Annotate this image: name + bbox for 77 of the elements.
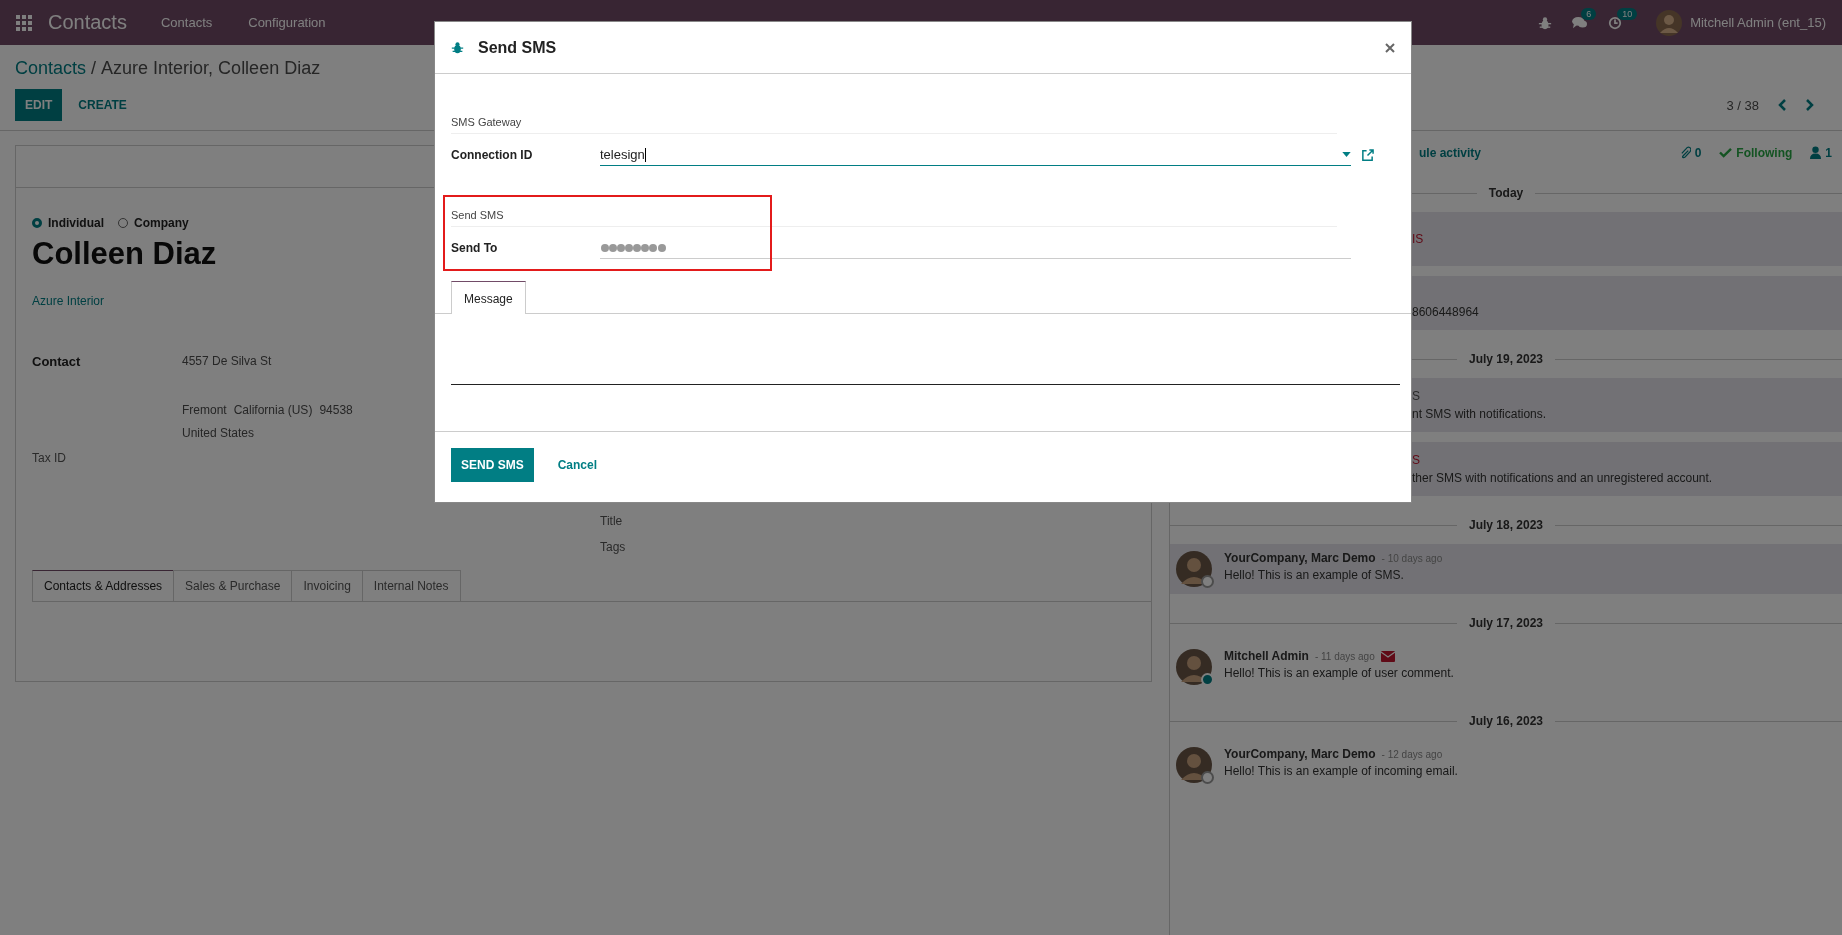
redacted-value <box>600 242 668 253</box>
contact-name: Colleen Diaz <box>32 236 217 272</box>
edit-button[interactable]: EDIT <box>15 89 63 121</box>
company-link[interactable]: Azure Interior <box>32 294 105 308</box>
section-title: Send SMS <box>451 209 1337 227</box>
nav-menu-item[interactable]: Contacts <box>160 15 213 30</box>
section-title: SMS Gateway <box>451 116 1337 134</box>
breadcrumb-link[interactable]: Contacts <box>15 58 87 78</box>
app-name[interactable]: Contacts <box>48 11 127 34</box>
pager-value: 3 / 38 <box>1726 97 1759 113</box>
message-body: ther SMS with notifications and an unregistered account. <box>1412 471 1714 485</box>
connection-select[interactable]: telesign <box>600 144 1351 166</box>
message-count-badge: 6 <box>1581 7 1597 20</box>
city-value: Fremont <box>182 403 227 417</box>
form-tab[interactable]: Internal Notes <box>361 570 461 601</box>
country-value: United States <box>182 426 256 440</box>
bug-icon <box>451 41 464 54</box>
clock-icon[interactable] <box>1608 15 1623 30</box>
activity-count-badge: 10 <box>1617 7 1638 20</box>
breadcrumb-current: Azure Interior, Colleen Diaz <box>101 58 321 78</box>
paperclip-icon[interactable] <box>1679 146 1691 159</box>
field-label: Connection ID <box>451 148 534 162</box>
date-separator: Today <box>1488 186 1524 200</box>
message-author: S <box>1412 389 1421 403</box>
date-separator: July 16, 2023 <box>1468 714 1544 728</box>
dropdown-caret-icon[interactable] <box>1342 152 1351 157</box>
user-name[interactable]: Mitchell Admin (ent_15) <box>1690 15 1826 30</box>
user-avatar[interactable] <box>1656 9 1683 36</box>
schedule-activity-button[interactable]: ule activity <box>1419 145 1482 160</box>
street-value: 4557 De Silva St <box>182 354 273 368</box>
check-icon <box>1719 147 1733 158</box>
cancel-button[interactable]: Cancel <box>547 449 608 481</box>
apps-menu-icon[interactable] <box>16 14 32 31</box>
field-label: Tax ID <box>32 451 66 465</box>
message-author[interactable]: Mitchell Admin <box>1224 649 1309 663</box>
send-sms-button[interactable]: SEND SMS <box>451 448 534 482</box>
following-button[interactable]: Following <box>1736 145 1793 160</box>
date-separator: July 19, 2023 <box>1468 352 1544 366</box>
field-label: Tags <box>600 540 626 554</box>
date-separator: July 17, 2023 <box>1468 616 1544 630</box>
close-icon[interactable] <box>1385 42 1395 53</box>
next-icon[interactable] <box>1805 98 1815 112</box>
state-value: California (US) <box>233 403 313 417</box>
message-body: nt SMS with notifications. <box>1412 407 1548 421</box>
radio-label[interactable]: Individual <box>48 216 104 230</box>
message-body: 8606448964 <box>1412 305 1480 319</box>
nav-menu-item[interactable]: Configuration <box>248 15 326 30</box>
previous-icon[interactable] <box>1777 98 1787 112</box>
message-tab[interactable]: Message <box>451 281 526 314</box>
author-avatar[interactable] <box>1176 551 1212 587</box>
bug-icon[interactable] <box>1538 15 1553 30</box>
message-author: IS <box>1412 232 1425 246</box>
external-link-icon[interactable] <box>1361 148 1374 162</box>
dialog-title: Send SMS <box>478 38 557 57</box>
date-separator: July 18, 2023 <box>1468 518 1544 532</box>
field-label: Title <box>600 514 623 528</box>
field-label: Contact <box>32 354 82 371</box>
author-avatar[interactable] <box>1176 649 1212 685</box>
attachment-count[interactable]: 0 <box>1694 145 1702 160</box>
zip-value: 94538 <box>319 403 353 417</box>
message-body: Hello! This is an example of user comment. <box>1224 666 1454 680</box>
radio-label[interactable]: Company <box>134 216 189 230</box>
author-avatar[interactable] <box>1176 747 1212 783</box>
breadcrumb-separator: / <box>91 58 97 78</box>
message-body: Hello! This is an example of incoming email. <box>1224 764 1458 778</box>
message-body: Hello! This is an example of SMS. <box>1224 568 1405 582</box>
message-author[interactable]: YourCompany, Marc Demo <box>1224 747 1376 761</box>
chat-icon[interactable] <box>1572 15 1589 30</box>
envelope-icon[interactable] <box>1380 650 1395 662</box>
field-label: Send To <box>451 241 499 255</box>
radio-button[interactable] <box>32 218 42 228</box>
form-tab[interactable]: Contacts & Addresses <box>32 570 175 601</box>
create-button[interactable]: CREATE <box>68 89 137 121</box>
message-author[interactable]: YourCompany, Marc Demo <box>1224 551 1376 565</box>
follower-count[interactable]: 1 <box>1825 145 1832 160</box>
message-author: S <box>1412 453 1421 467</box>
person-icon <box>1810 146 1822 159</box>
